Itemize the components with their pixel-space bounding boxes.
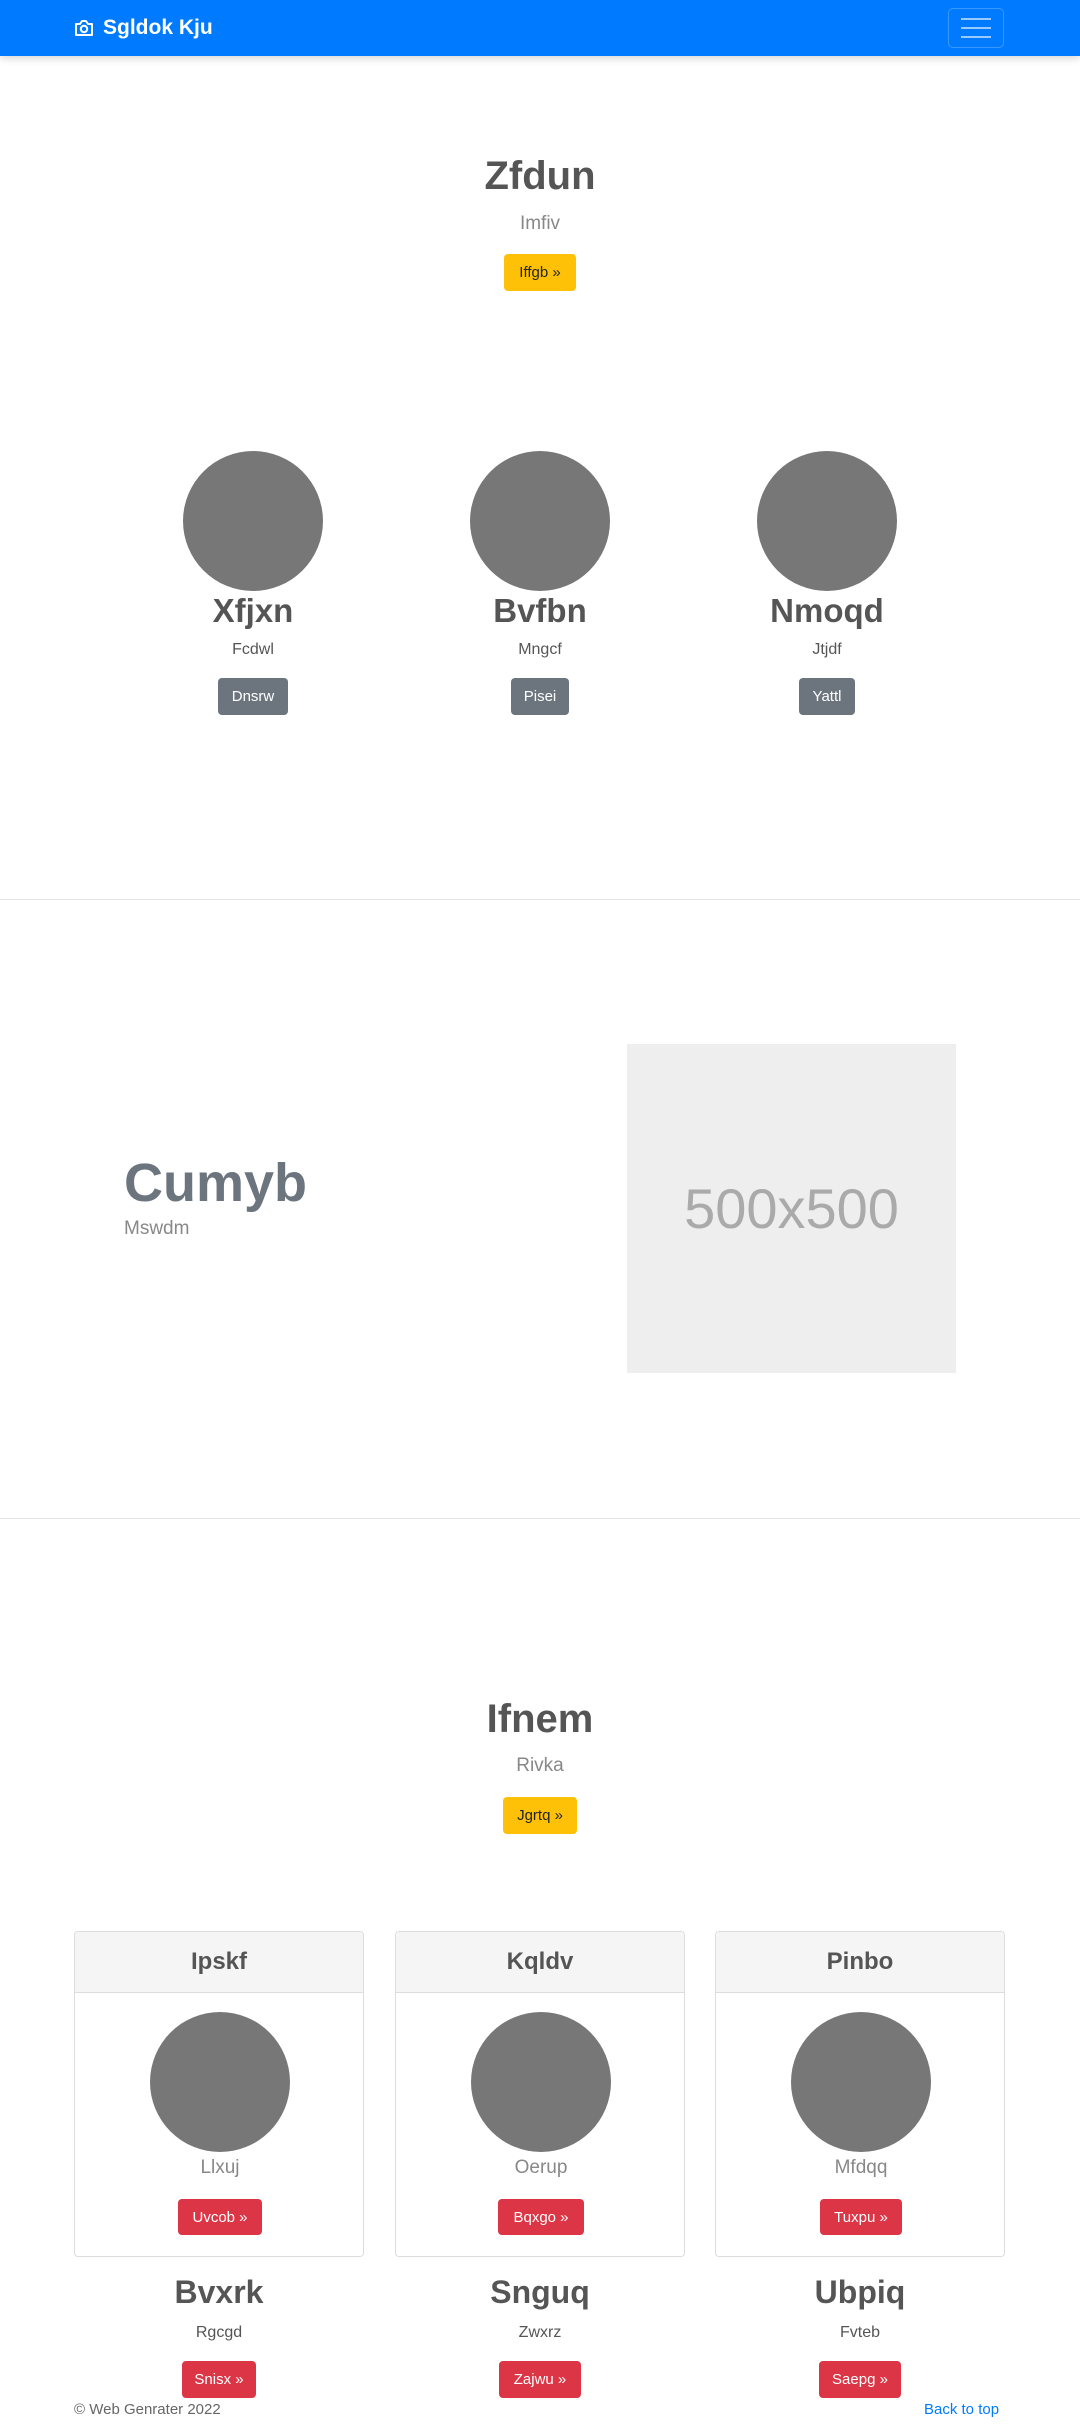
profile-text: Fcdwl xyxy=(232,641,274,658)
camera-icon xyxy=(75,20,93,36)
profile-text: Mngcf xyxy=(518,641,562,658)
card-header: Pinbo xyxy=(716,1932,1004,1993)
footer-copyright: © Web Genrater 2022 xyxy=(74,2401,221,2418)
profile-avatar xyxy=(183,451,323,591)
card-button[interactable]: Tuxpu » xyxy=(820,2199,902,2235)
card-avatar xyxy=(150,2012,290,2152)
item-text: Rgcgd xyxy=(195,2324,243,2341)
card-header: Kqldv xyxy=(396,1932,684,1993)
section-divider xyxy=(0,1518,1080,1519)
card-text: Llxuj xyxy=(200,2157,240,2178)
profile-text: Jtjdf xyxy=(812,641,842,658)
profile-button[interactable]: Pisei xyxy=(511,678,569,715)
card-button[interactable]: Bqxgo » xyxy=(498,2199,584,2235)
card-text: Mfdqq xyxy=(834,2157,888,2178)
brand-link[interactable]: Sgldok Kju xyxy=(74,14,213,42)
item-button[interactable]: Snisx » xyxy=(182,2361,256,2398)
navbar-toggler-button[interactable] xyxy=(948,8,1004,48)
placeholder-image: 500x500 xyxy=(627,1044,956,1373)
item-text: Zwxrz xyxy=(518,2324,562,2341)
card-text: Oerup xyxy=(514,2157,568,2178)
page: Sgldok Kju Zfdun Imfiv Iffgb » Xfjxn Bvf… xyxy=(0,0,1080,2424)
item-button[interactable]: Saepg » xyxy=(819,2361,901,2398)
profile-button[interactable]: Dnsrw xyxy=(218,678,288,715)
hamburger-icon xyxy=(961,18,991,38)
section-divider xyxy=(0,899,1080,900)
hero-title: Zfdun xyxy=(484,154,596,198)
item-title: Snguq xyxy=(490,2274,590,2310)
card: Pinbo Mfdqq Tuxpu » xyxy=(715,1931,1005,2257)
card-header: Ipskf xyxy=(75,1932,363,1993)
placeholder-text: 500x500 xyxy=(684,1177,899,1240)
section-lead: Rivka xyxy=(516,1755,564,1776)
item-text: Fvteb xyxy=(839,2324,880,2341)
brand-name: Sgldok Kju xyxy=(103,16,213,39)
hero-lead: Imfiv xyxy=(519,213,561,234)
card-avatar xyxy=(471,2012,611,2152)
card-avatar xyxy=(791,2012,931,2152)
card-button[interactable]: Uvcob » xyxy=(178,2199,262,2235)
profile-avatar xyxy=(470,451,610,591)
item-title: Ubpiq xyxy=(814,2274,906,2310)
item-button[interactable]: Zajwu » xyxy=(499,2361,581,2398)
back-to-top-link[interactable]: Back to top xyxy=(924,2401,999,2418)
feature-subtitle: Mswdm xyxy=(124,1218,190,1239)
section-title: Ifnem xyxy=(486,1697,594,1741)
section-button[interactable]: Jgrtq » xyxy=(503,1797,577,1834)
profile-button[interactable]: Yattl xyxy=(799,678,855,715)
profile-avatar xyxy=(757,451,897,591)
hero-button[interactable]: Iffgb » xyxy=(504,254,576,291)
hero-button-wrap: Iffgb » xyxy=(0,254,1080,291)
profile-name: Xfjxn xyxy=(212,592,294,629)
section-button-wrap: Jgrtq » xyxy=(0,1797,1080,1834)
feature-title: Cumyb xyxy=(124,1153,308,1213)
profile-name: Nmoqd xyxy=(770,592,884,629)
navbar: Sgldok Kju xyxy=(0,0,1080,56)
card: Ipskf Llxuj Uvcob » xyxy=(74,1931,364,2257)
item-title: Bvxrk xyxy=(174,2274,264,2310)
card: Kqldv Oerup Bqxgo » xyxy=(395,1931,685,2257)
profile-name: Bvfbn xyxy=(493,592,587,629)
